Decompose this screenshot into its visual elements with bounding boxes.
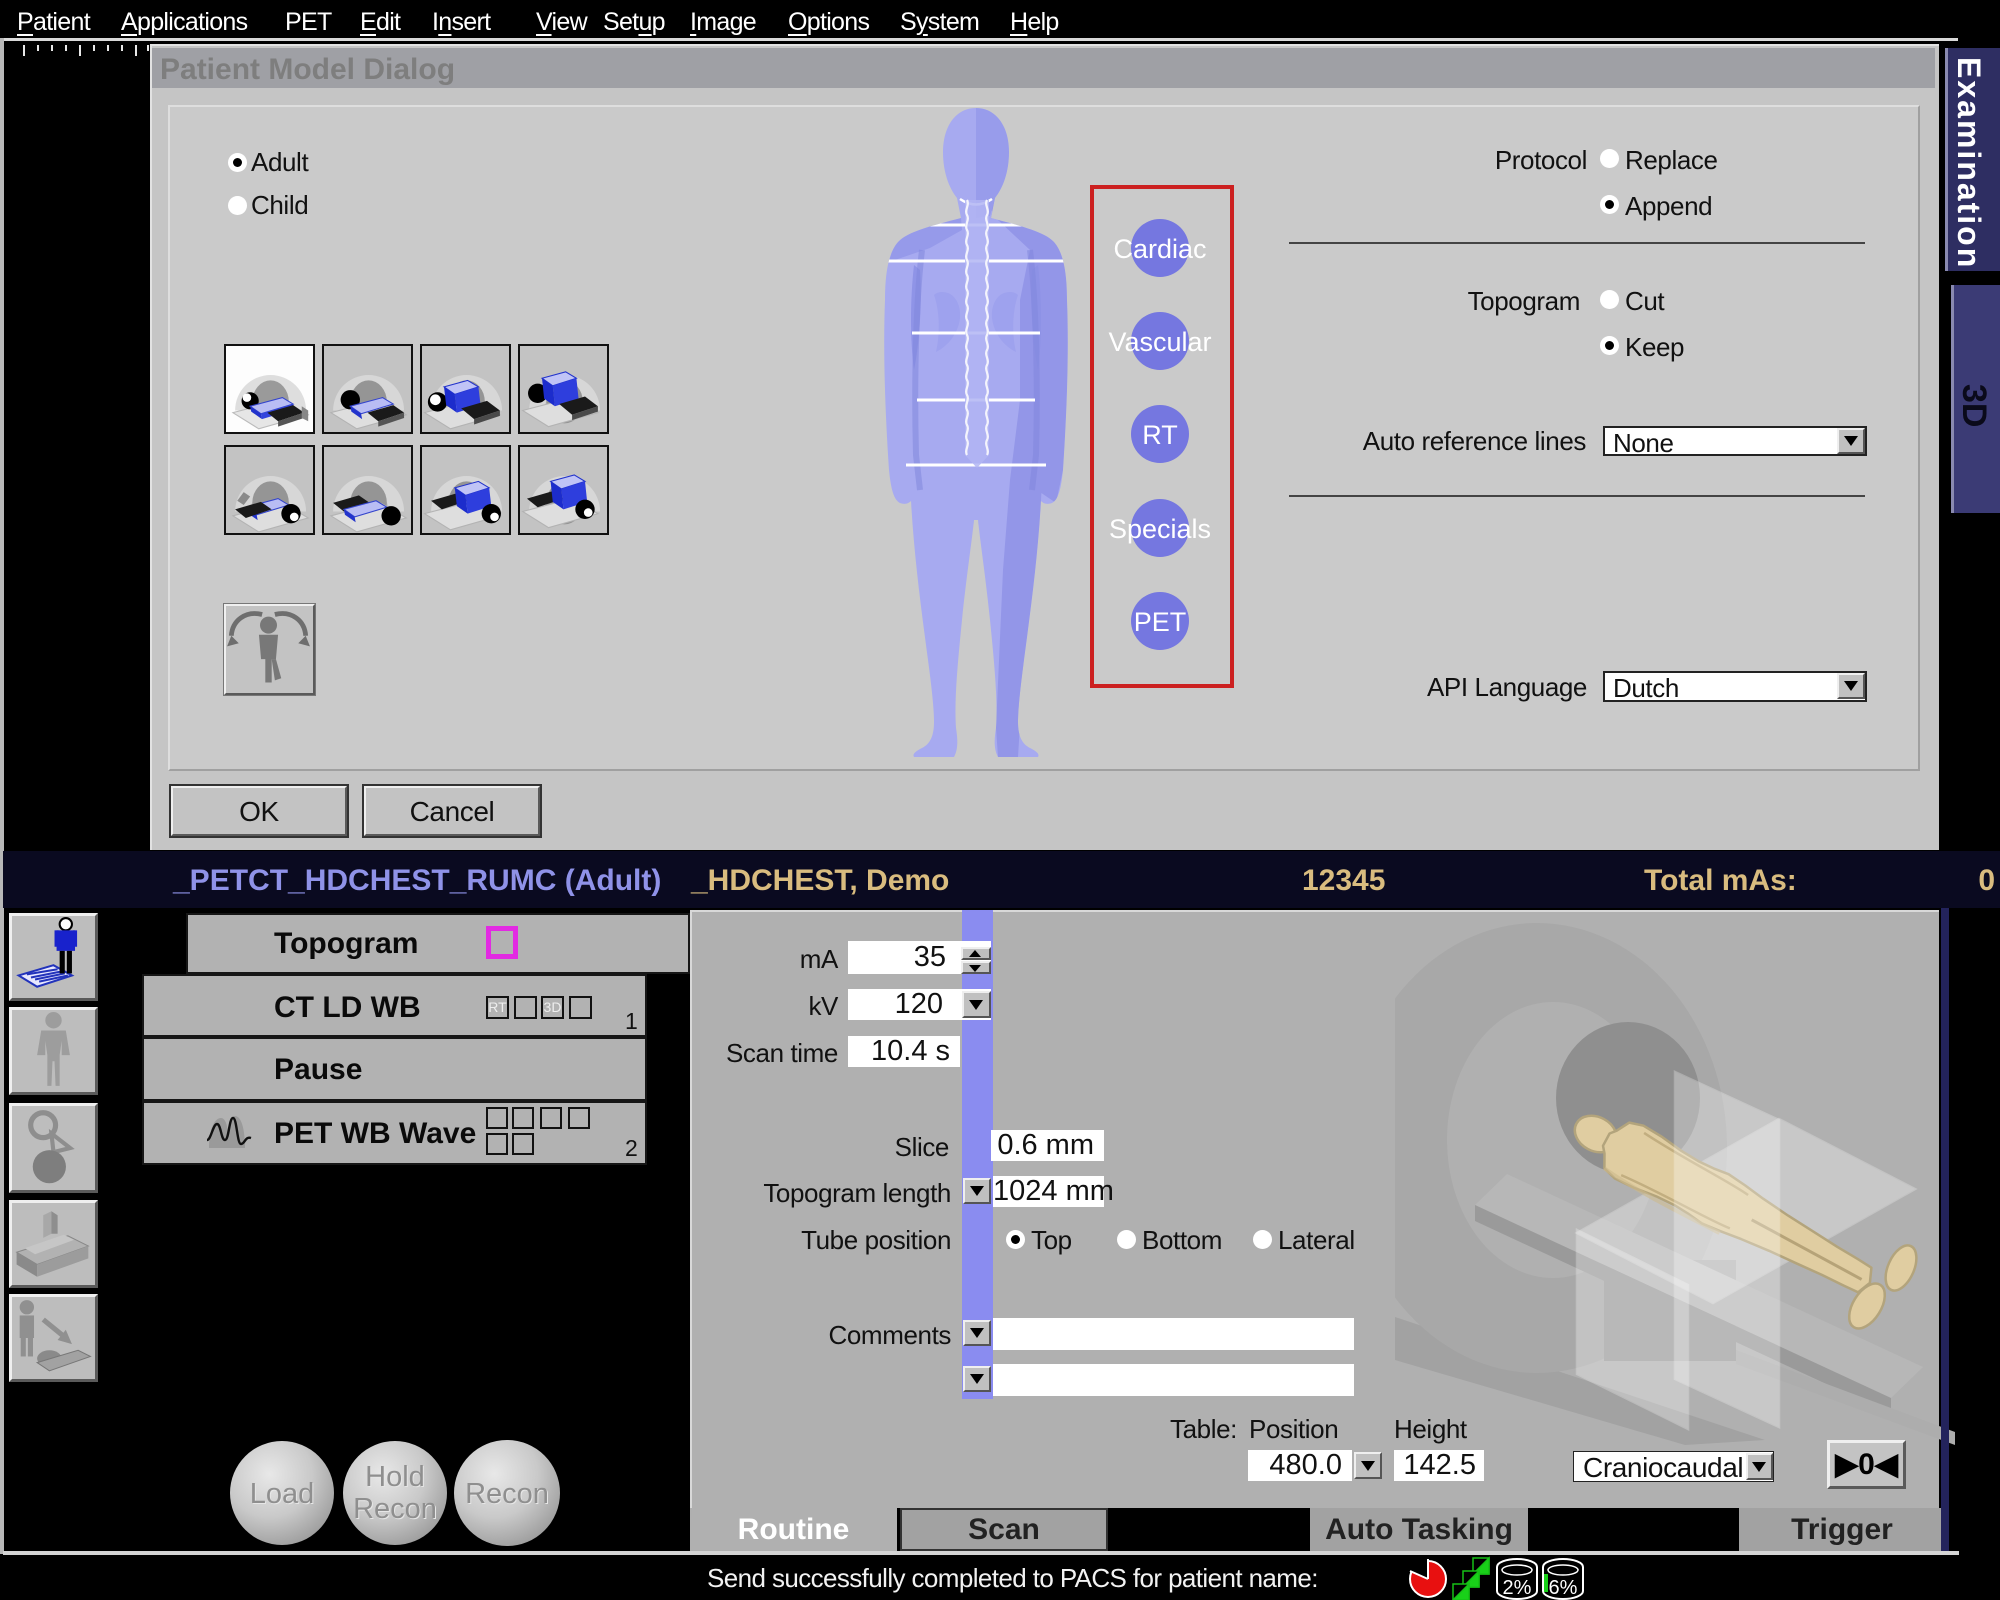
svg-text:Hold: Hold	[365, 1461, 425, 1493]
svg-text:6%: 6%	[1549, 1577, 1578, 1599]
svg-text:Recon: Recon	[465, 1478, 549, 1510]
svg-text:Load: Load	[250, 1478, 315, 1510]
svg-text:2%: 2%	[1503, 1577, 1532, 1599]
svg-text:Recon: Recon	[353, 1493, 437, 1525]
